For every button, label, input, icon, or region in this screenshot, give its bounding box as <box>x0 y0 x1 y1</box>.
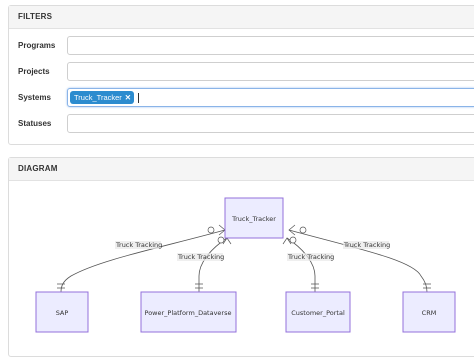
node-label: Truck_Tracker <box>231 215 276 223</box>
edge-marker <box>207 226 215 234</box>
node-sap[interactable]: SAP <box>35 291 89 333</box>
edge-label-sap: Truck Tracking <box>115 241 162 249</box>
remove-tag-icon[interactable]: ✕ <box>125 93 131 102</box>
edge-customer-portal <box>286 237 316 292</box>
edge-marker <box>289 236 297 244</box>
crow-foot <box>222 237 232 245</box>
text-caret <box>138 93 139 103</box>
programs-input[interactable] <box>67 36 474 55</box>
edge-marker <box>299 226 307 234</box>
statuses-row: Statuses <box>9 114 474 134</box>
node-label: Customer_Portal <box>291 309 345 317</box>
systems-input[interactable]: Truck_Tracker ✕ <box>67 88 474 107</box>
projects-row: Projects <box>9 62 474 82</box>
node-label: SAP <box>56 309 69 317</box>
edge-label-power-platform: Truck Tracking <box>177 253 224 261</box>
systems-row: Systems Truck_Tracker ✕ <box>9 88 474 108</box>
filters-header: FILTERS <box>9 6 474 29</box>
diagram-panel: DIAGRAM Truck Tracking Truck Tracking Tr… <box>8 157 474 357</box>
systems-label: Systems <box>18 93 51 102</box>
node-truck-tracker[interactable]: Truck_Tracker <box>224 197 284 239</box>
node-power-platform-dataverse[interactable]: Power_Platform_Dataverse <box>140 291 237 333</box>
diagram-header: DIAGRAM <box>9 158 474 181</box>
crow-foot <box>282 237 292 245</box>
programs-row: Programs <box>9 36 474 56</box>
edge-label-crm: Truck Tracking <box>343 241 390 249</box>
statuses-label: Statuses <box>18 119 52 128</box>
system-tag-label: Truck_Tracker <box>74 93 122 102</box>
programs-label: Programs <box>18 41 56 50</box>
edge-bar <box>423 283 431 289</box>
edge-label-customer-portal: Truck Tracking <box>287 253 334 261</box>
node-label: Power_Platform_Dataverse <box>145 309 232 317</box>
edge-marker <box>217 236 225 244</box>
node-customer-portal[interactable]: Customer_Portal <box>285 291 351 333</box>
edge-bar <box>57 283 65 289</box>
system-tag-truck-tracker: Truck_Tracker ✕ <box>70 91 135 104</box>
projects-label: Projects <box>18 67 50 76</box>
filters-panel: FILTERS Programs Projects Systems Truck_… <box>8 5 474 145</box>
statuses-input[interactable] <box>67 114 474 133</box>
edge-power-platform <box>198 237 228 292</box>
node-label: CRM <box>422 309 437 317</box>
er-diagram: Truck Tracking Truck Tracking Truck Trac… <box>35 197 456 333</box>
projects-input[interactable] <box>67 62 474 81</box>
node-crm[interactable]: CRM <box>402 291 456 333</box>
